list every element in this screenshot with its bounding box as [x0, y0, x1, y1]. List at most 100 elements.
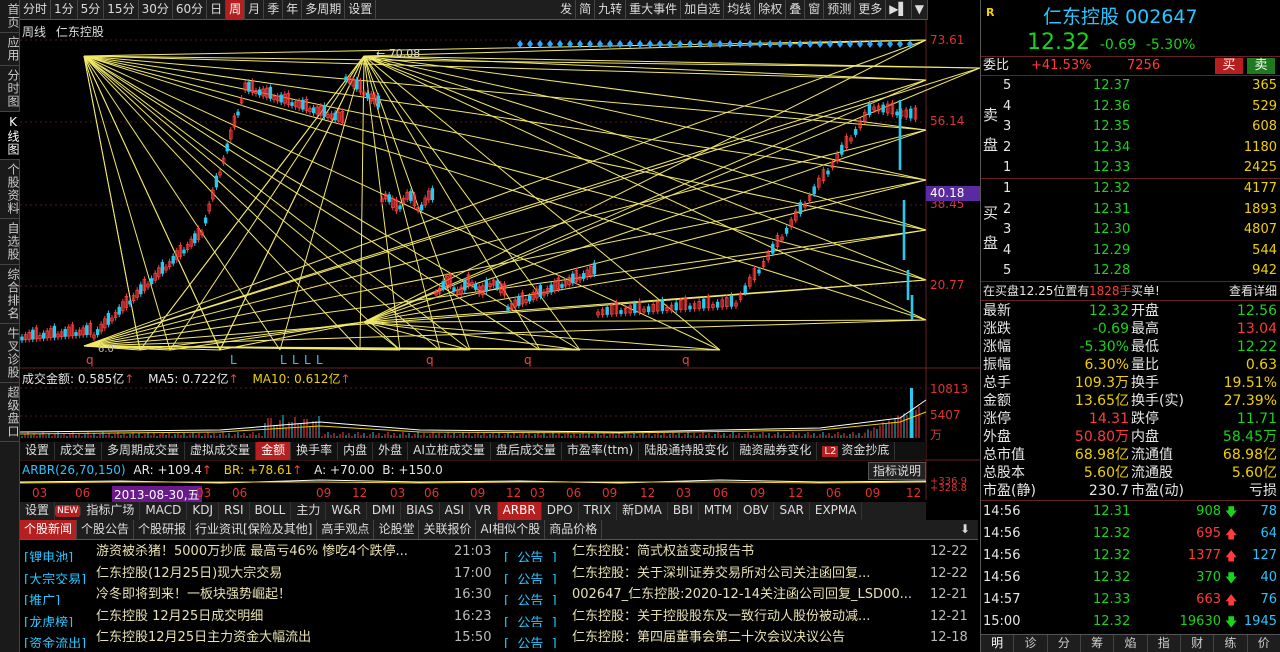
indicator-tab-20[interactable]: SAR — [774, 502, 810, 520]
news-tab-3[interactable]: 行业资讯[保险及其他] — [191, 520, 318, 539]
left-tab-3[interactable]: K线图 — [0, 112, 20, 160]
toolbar-action-2[interactable]: 九转 — [595, 0, 627, 20]
volume-indicator-3[interactable]: 虚拟成交量 — [185, 442, 257, 460]
quote-tab-3[interactable]: 筹 — [1081, 635, 1115, 652]
news-tab-8[interactable]: 商品价格 — [545, 520, 603, 539]
volume-indicator-4[interactable]: 金额 — [256, 442, 292, 460]
toolbar-action-8[interactable]: 窗 — [805, 0, 825, 20]
sell-button[interactable]: 卖 — [1247, 58, 1275, 74]
toolbar-action-4[interactable]: 加自选 — [681, 0, 725, 20]
indicator-tab-12[interactable]: VR — [470, 502, 498, 520]
download-icon[interactable]: ⬇ — [960, 522, 970, 536]
left-tab-5[interactable]: 自选股 — [0, 219, 20, 265]
volume-indicator-8[interactable]: AI立桩成交量 — [408, 442, 491, 460]
indicator-tab-3[interactable]: MACD — [140, 502, 188, 520]
indicator-tab-4[interactable]: KDJ — [187, 502, 219, 520]
indicator-tab-14[interactable]: DPO — [542, 502, 579, 520]
indicator-tab-10[interactable]: BIAS — [401, 502, 440, 520]
kline-chart-canvas[interactable]: qLLLLLqqq — [20, 20, 980, 500]
quote-tab-4[interactable]: 焰 — [1114, 635, 1148, 652]
toolbar-action-12[interactable]: ▼ — [912, 0, 928, 20]
volume-indicator-1[interactable]: 成交量 — [55, 442, 103, 460]
period-tab-5[interactable]: 60分 — [173, 0, 208, 20]
volume-indicator-10[interactable]: 市盈率(ttm) — [562, 442, 640, 460]
indicator-tab-7[interactable]: 主力 — [291, 502, 327, 520]
buy-button[interactable]: 买 — [1215, 58, 1243, 74]
volume-indicator-6[interactable]: 内盘 — [338, 442, 374, 460]
quote-tab-2[interactable]: 分 — [1048, 635, 1081, 652]
indicator-tab-6[interactable]: BOLL — [250, 502, 292, 520]
news-item-right[interactable]: [ 公告 ] 仁东控股：第四届董事会第二十次会议决议公告 12-18 — [504, 627, 976, 648]
indicator-tab-21[interactable]: EXPMA — [810, 502, 863, 520]
indicator-tab-1[interactable]: NEW — [55, 505, 82, 517]
volume-indicator-9[interactable]: 盘后成交量 — [491, 442, 562, 460]
period-tab-3[interactable]: 15分 — [104, 0, 139, 20]
period-tab-2[interactable]: 5分 — [78, 0, 105, 20]
news-item-left[interactable]: [锂电池] 游资被杀猪！5000万抄底 最高亏46% 惨吃4个跌停... 21:03 — [24, 541, 494, 562]
indicator-tab-11[interactable]: ASI — [440, 502, 471, 520]
indicator-tab-13[interactable]: ARBR — [497, 502, 542, 520]
period-tab-7[interactable]: 周 — [226, 0, 246, 20]
period-tab-10[interactable]: 年 — [283, 0, 303, 20]
quote-tab-7[interactable]: 练 — [1214, 635, 1248, 652]
toolbar-action-10[interactable]: 更多 — [855, 0, 887, 20]
left-tab-4[interactable]: 个股资料 — [0, 160, 20, 219]
news-tab-7[interactable]: AI相似个股 — [476, 520, 546, 539]
volume-indicator-2[interactable]: 多周期成交量 — [102, 442, 186, 460]
news-tab-2[interactable]: 个股研报 — [134, 520, 192, 539]
period-tab-11[interactable]: 多周期 — [302, 0, 346, 20]
period-tab-12[interactable]: 设置 — [345, 0, 377, 20]
period-tab-6[interactable]: 日 — [207, 0, 227, 20]
news-item-left[interactable]: [资金流出] 仁东控股12月25日主力资金大幅流出 15:50 — [24, 627, 494, 648]
toolbar-action-0[interactable]: 发 — [557, 0, 577, 20]
indicator-tab-8[interactable]: W&R — [326, 502, 367, 520]
period-tab-1[interactable]: 1分 — [51, 0, 78, 20]
left-tab-1[interactable]: 应用 — [0, 33, 20, 66]
indicator-tab-18[interactable]: MTM — [699, 502, 738, 520]
indicator-tab-17[interactable]: BBI — [668, 502, 699, 520]
indicator-tab-0[interactable]: 设置 — [20, 502, 56, 520]
left-tab-6[interactable]: 综合排名 — [0, 265, 20, 324]
news-item-left[interactable]: [龙虎榜] 仁东控股 12月25日成交明细 16:23 — [24, 606, 494, 627]
volume-indicator-5[interactable]: 换手率 — [291, 442, 339, 460]
news-item-right[interactable]: [ 公告 ] 仁东控股：关于控股股东及一致行动人股份被动减... 12-21 — [504, 606, 976, 627]
toolbar-action-9[interactable]: 预测 — [824, 0, 856, 20]
toolbar-action-6[interactable]: 除权 — [755, 0, 787, 20]
toolbar-action-7[interactable]: 叠 — [786, 0, 806, 20]
left-tab-0[interactable]: 首页 — [0, 0, 20, 33]
indicator-explain-button[interactable]: 指标说明 — [868, 462, 927, 480]
left-tab-2[interactable]: 分时图 — [0, 66, 20, 112]
volume-indicator-7[interactable]: 外盘 — [373, 442, 409, 460]
quote-tab-0[interactable]: 明 — [981, 635, 1015, 652]
volume-indicator-11[interactable]: 陆股通持股变化 — [639, 442, 735, 460]
volume-indicator-13[interactable]: L2 资金抄底 — [817, 442, 896, 460]
news-item-right[interactable]: [ 公告 ] 仁东控股：简式权益变动报告书 12-22 — [504, 541, 976, 562]
volume-indicator-0[interactable]: 设置 — [20, 442, 56, 460]
quote-tab-1[interactable]: 诊 — [1014, 635, 1048, 652]
indicator-tab-2[interactable]: 指标广场 — [81, 502, 141, 520]
indicator-tab-5[interactable]: RSI — [219, 502, 250, 520]
toolbar-action-5[interactable]: 均线 — [724, 0, 756, 20]
news-tab-4[interactable]: 高手观点 — [317, 520, 375, 539]
period-tab-9[interactable]: 季 — [264, 0, 284, 20]
news-item-left[interactable]: [大宗交易] 仁东控股(12月25日)现大宗交易 17:00 — [24, 563, 494, 584]
indicator-tab-16[interactable]: 新DMA — [617, 502, 668, 520]
period-tab-4[interactable]: 30分 — [139, 0, 173, 20]
alert-detail-link[interactable]: 查看详细 — [1229, 282, 1277, 300]
left-tab-7[interactable]: 牛叉诊股 — [0, 324, 20, 383]
toolbar-action-3[interactable]: 重大事件 — [626, 0, 682, 20]
news-tab-5[interactable]: 论股堂 — [374, 520, 420, 539]
left-tab-8[interactable]: 超级盘口 — [0, 383, 20, 442]
indicator-tab-19[interactable]: OBV — [738, 502, 775, 520]
indicator-tab-9[interactable]: DMI — [367, 502, 402, 520]
quote-tab-6[interactable]: 财 — [1181, 635, 1215, 652]
volume-indicator-12[interactable]: 融资融券变化 — [734, 442, 818, 460]
news-item-right[interactable]: [ 公告 ] 仁东控股：关于深圳证券交易所对公司关注函回复... 12-22 — [504, 563, 976, 584]
news-tab-1[interactable]: 个股公告 — [77, 520, 135, 539]
toolbar-action-1[interactable]: 简 — [576, 0, 596, 20]
indicator-tab-15[interactable]: TRIX — [579, 502, 618, 520]
period-tab-0[interactable]: 分时 — [20, 0, 52, 20]
period-tab-8[interactable]: 月 — [245, 0, 265, 20]
news-tab-0[interactable]: 个股新闻 — [20, 520, 78, 539]
news-item-left[interactable]: [推广] 冷冬即将到来！一板块强势崛起！ 16:30 — [24, 584, 494, 605]
